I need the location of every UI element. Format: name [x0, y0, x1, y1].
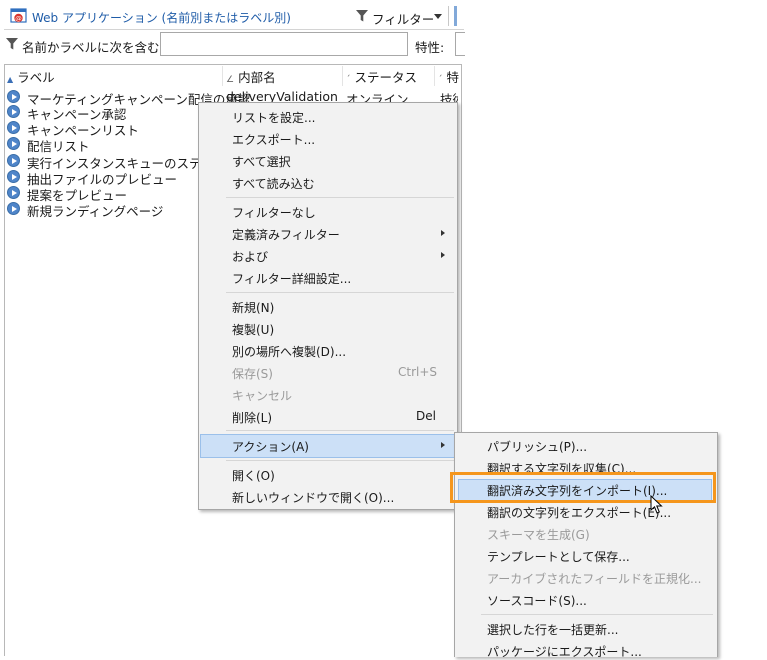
play-circle-icon — [7, 121, 20, 134]
menu-item-and[interactable]: および — [232, 248, 268, 265]
menu-item-save-as-template[interactable]: テンプレートとして保存... — [487, 548, 630, 565]
funnel-icon[interactable] — [356, 10, 368, 22]
shortcut-delete: Del — [416, 409, 436, 423]
menu-item-duplicate[interactable]: 複製(U) — [232, 321, 274, 338]
menu-item-duplicate-elsewhere[interactable]: 別の場所へ複製(D)... — [232, 343, 346, 360]
column-header-label[interactable]: ▲ ラベル — [7, 67, 55, 87]
toolbar-divider — [448, 6, 449, 26]
submenu-arrow-icon — [441, 442, 445, 448]
menu-divider — [226, 430, 454, 431]
menu-item-export[interactable]: エクスポート... — [232, 131, 315, 148]
menu-divider — [481, 614, 713, 615]
menu-item-open-new-window[interactable]: 新しいウィンドウで開く(O)... — [232, 489, 394, 506]
search-input[interactable] — [160, 32, 408, 56]
filter-button[interactable]: フィルター — [372, 9, 434, 28]
menu-item-bulk-update[interactable]: 選択した行を一括更新... — [487, 621, 618, 638]
row-label: 新規ランディングページ — [27, 204, 164, 219]
funnel-icon — [6, 38, 18, 50]
menu-divider — [226, 460, 454, 461]
table-row[interactable]: 新規ランディングページ — [7, 201, 207, 219]
submenu-arrow-icon — [441, 252, 445, 258]
table-row[interactable]: 提案をプレビュー — [7, 185, 207, 203]
table-row[interactable]: キャンペーンリスト — [7, 120, 207, 138]
attribute-label: 特性: — [415, 40, 445, 55]
table-row[interactable]: キャンペーン承認 — [7, 104, 207, 122]
menu-item-export-translations[interactable]: 翻訳の文字列をエクスポート(E)... — [487, 504, 671, 521]
play-circle-icon — [7, 105, 20, 118]
table-row[interactable]: 抽出ファイルのプレビュー — [7, 169, 207, 187]
menu-item-generate-schema: スキーマを生成(G) — [487, 528, 590, 542]
column-header-status[interactable]: ˊ ステータス — [346, 67, 417, 87]
chevron-down-icon[interactable] — [434, 14, 442, 19]
table-row[interactable]: 配信リスト — [7, 136, 207, 154]
mouse-cursor-icon — [650, 495, 663, 514]
menu-item-new[interactable]: 新規(N) — [232, 299, 274, 316]
column-divider[interactable] — [342, 66, 343, 86]
attribute-field[interactable] — [455, 32, 465, 56]
window-title: Web アプリケーション (名前別またはラベル別) — [32, 11, 291, 25]
menu-item-publish[interactable]: パブリッシュ(P)... — [487, 438, 587, 455]
menu-item-export-package[interactable]: パッケージにエクスポート... — [487, 643, 642, 660]
menu-divider — [226, 292, 454, 293]
menu-item-predefined-filters[interactable]: 定義済みフィルター — [232, 226, 340, 243]
play-circle-icon — [7, 170, 20, 183]
menu-item-cancel: キャンセル — [232, 389, 293, 403]
menu-item-open[interactable]: 開く(O) — [232, 467, 275, 484]
menu-item-select-all[interactable]: すべて選択 — [232, 153, 291, 170]
menu-item-delete[interactable]: 削除(L) — [232, 409, 272, 426]
play-circle-icon — [7, 90, 20, 103]
column-header-extra[interactable]: ˊ 特 — [438, 67, 460, 87]
sort-indicator-icon: ∠ — [226, 75, 235, 85]
menu-item-no-filter[interactable]: フィルターなし — [232, 204, 316, 221]
search-label: 名前かラベルに次を含む: — [22, 40, 164, 55]
column-divider[interactable] — [434, 66, 435, 86]
shortcut-save: Ctrl+S — [398, 365, 438, 379]
play-circle-icon — [7, 186, 20, 199]
play-circle-icon — [7, 202, 20, 215]
menu-item-configure-list[interactable]: リストを設定... — [232, 109, 315, 126]
column-header-internal-name[interactable]: ∠ 内部名 — [226, 67, 276, 87]
menu-divider — [226, 197, 454, 198]
menu-item-action[interactable]: アクション(A) — [232, 438, 309, 455]
sort-indicator-icon: ˊ — [438, 75, 443, 85]
callout-highlight-box — [450, 472, 716, 503]
menu-item-advanced-filter[interactable]: フィルター詳細設定... — [232, 270, 351, 287]
sort-indicator-icon: ˊ — [346, 75, 351, 85]
table-row[interactable]: 実行インスタンスキューのステータス — [7, 153, 239, 171]
play-circle-icon — [7, 154, 20, 167]
menu-item-save: 保存(S) — [232, 367, 273, 381]
submenu-arrow-icon — [441, 230, 445, 236]
play-circle-icon — [7, 137, 20, 150]
svg-text:@: @ — [15, 14, 22, 22]
web-app-icon: @ — [10, 8, 27, 23]
sort-ascending-icon: ▲ — [7, 75, 14, 84]
menu-item-load-all[interactable]: すべて読み込む — [232, 175, 315, 192]
toolbar-edge — [454, 6, 457, 26]
column-divider[interactable] — [222, 66, 223, 86]
menu-item-source-code[interactable]: ソースコード(S)... — [487, 592, 587, 609]
menu-item-normalize-archived: アーカイブされたフィールドを正規化... — [487, 572, 702, 586]
